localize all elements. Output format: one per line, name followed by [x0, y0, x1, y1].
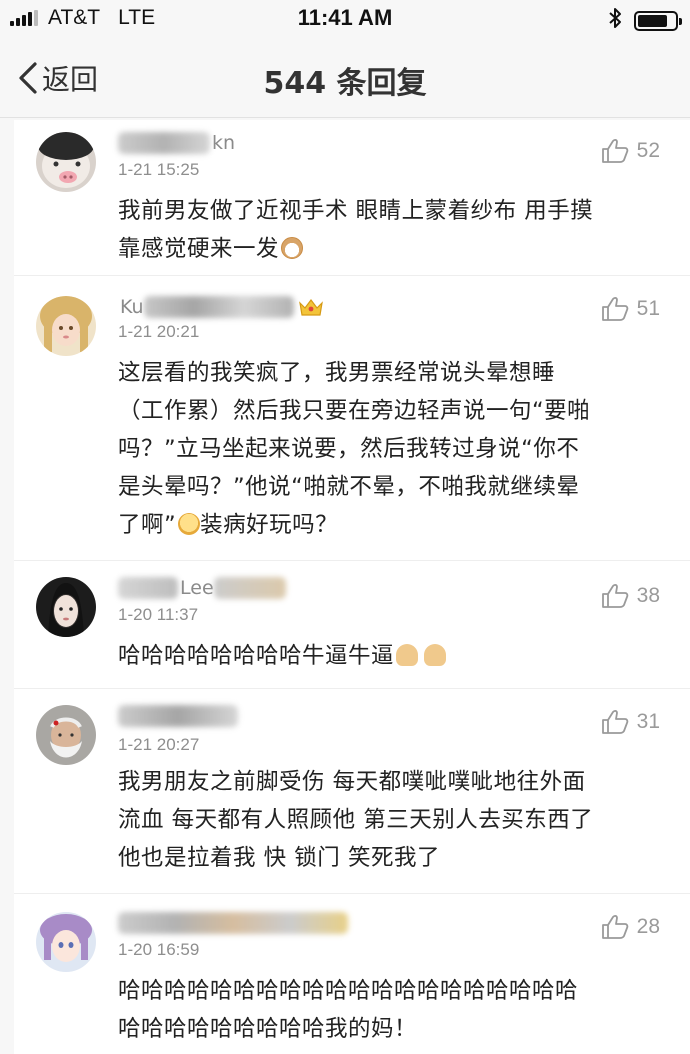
like-button[interactable]: 38	[601, 583, 660, 609]
comment-line: 哈哈哈哈哈哈哈哈牛逼牛逼	[118, 637, 663, 675]
comment-line: 我男朋友之前脚受伤 每天都噗呲噗呲地往外面	[118, 769, 586, 795]
thumbs-up-icon	[601, 584, 628, 608]
cat-emoji-icon	[281, 237, 304, 259]
comment-line: 流血 每天都有人照顾他 第三天别人去买东西了	[118, 807, 594, 833]
comment-text: 我前男友做了近视手术 眼睛上蒙着纱布 用手摸 靠感觉硬来一发	[118, 192, 663, 268]
timestamp: 1-21 15:25	[118, 160, 200, 179]
blurred-badge	[213, 577, 286, 599]
comment-line-text: 哈哈哈哈哈哈哈哈牛逼牛逼	[118, 643, 395, 669]
comment-item: kn 1-21 15:25 52 我前男友做了近视手术 眼睛上蒙着纱布 用手摸 …	[14, 120, 690, 276]
blurred-name	[118, 705, 238, 727]
username[interactable]	[118, 703, 238, 729]
comment-text: 哈哈哈哈哈哈哈哈哈哈哈哈哈哈哈哈哈哈哈哈 哈哈哈哈哈哈哈哈哈我的妈！	[118, 972, 663, 1048]
laughing-crying-emoji-icon	[178, 513, 201, 535]
comment-line: （工作累）然后我只要在旁边轻声说一句“要啪	[118, 398, 591, 424]
comment-line: 他也是拉着我 快 锁门 笑死我了	[118, 845, 440, 871]
username-text: Lee	[180, 577, 214, 599]
thumbs-up-icon	[601, 297, 628, 321]
username[interactable]	[118, 910, 348, 936]
comment-text: 这层看的我笑疯了，我男票经常说头晕想睡 （工作累）然后我只要在旁边轻声说一句“要…	[118, 354, 663, 544]
avatar[interactable]	[36, 577, 96, 637]
comment-line-text: 装病好玩吗？	[200, 512, 339, 538]
like-count: 52	[636, 139, 660, 162]
status-bar: AT&T LTE 11:41 AM	[0, 0, 690, 38]
comment-line: 哈哈哈哈哈哈哈哈哈我的妈！	[118, 1016, 418, 1042]
timestamp: 1-21 20:27	[118, 735, 200, 754]
username[interactable]: Lee	[118, 575, 286, 601]
thumbs-up-icon	[601, 710, 628, 734]
comment-item: Ku 1-21 20:21 51 这层看的我笑疯了，我男票经常说头晕想睡 （工作…	[14, 276, 690, 561]
avatar[interactable]	[36, 705, 96, 765]
avatar[interactable]	[36, 912, 96, 972]
comment-line: 了啊” 装病好玩吗？	[118, 506, 663, 544]
blurred-name	[118, 132, 210, 154]
thumbs-up-icon	[601, 139, 628, 163]
comment-item: 1-20 16:59 28 哈哈哈哈哈哈哈哈哈哈哈哈哈哈哈哈哈哈哈哈 哈哈哈哈哈…	[14, 894, 690, 1054]
comment-text: 我男朋友之前脚受伤 每天都噗呲噗呲地往外面 流血 每天都有人照顾他 第三天别人去…	[118, 763, 663, 877]
comment-item: 1-21 20:27 31 我男朋友之前脚受伤 每天都噗呲噗呲地往外面 流血 每…	[14, 689, 690, 894]
like-count: 28	[636, 915, 660, 938]
like-count: 51	[636, 297, 660, 320]
comment-line-text: 了啊”	[118, 512, 177, 538]
bluetooth-icon	[608, 7, 622, 34]
comment-line: 是头晕吗？”他说“啪就不晕，不啪我就继续晕	[118, 474, 580, 500]
thumbs-up-icon	[601, 915, 628, 939]
status-time: 11:41 AM	[297, 5, 393, 30]
like-button[interactable]: 52	[601, 138, 660, 164]
comment-text: 哈哈哈哈哈哈哈哈牛逼牛逼	[118, 637, 663, 675]
like-count: 38	[636, 584, 660, 607]
blurred-name	[143, 296, 294, 318]
clap-emoji-icon	[396, 644, 419, 666]
comment-item: Lee 1-20 11:37 38 哈哈哈哈哈哈哈哈牛逼牛逼	[14, 561, 690, 689]
timestamp: 1-20 11:37	[118, 605, 199, 624]
comment-list: kn 1-21 15:25 52 我前男友做了近视手术 眼睛上蒙着纱布 用手摸 …	[14, 120, 690, 1054]
comment-line: 靠感觉硬来一发	[118, 230, 663, 268]
avatar[interactable]	[36, 132, 96, 192]
username[interactable]: kn	[118, 130, 235, 156]
comment-line: 哈哈哈哈哈哈哈哈哈哈哈哈哈哈哈哈哈哈哈哈	[118, 978, 579, 1004]
like-button[interactable]: 31	[601, 709, 660, 735]
comment-line: 这层看的我笑疯了，我男票经常说头晕想睡	[118, 360, 556, 386]
crown-badge-icon	[298, 299, 323, 316]
clap-emoji-icon	[424, 644, 447, 666]
like-button[interactable]: 51	[601, 296, 660, 322]
battery-level	[638, 14, 667, 27]
comment-line-text: 靠感觉硬来一发	[118, 236, 280, 262]
timestamp: 1-20 16:59	[118, 940, 200, 959]
username-text: kn	[212, 132, 236, 154]
blurred-name	[118, 577, 178, 599]
battery-icon	[634, 10, 682, 31]
page-title: 544 条回复	[263, 66, 427, 101]
timestamp: 1-21 20:21	[118, 322, 200, 341]
nav-bar: 返回 544 条回复	[0, 38, 690, 118]
username-text: Ku	[120, 296, 144, 318]
username[interactable]: Ku	[118, 294, 324, 320]
like-button[interactable]: 28	[601, 914, 660, 940]
blurred-name	[118, 912, 348, 934]
avatar[interactable]	[36, 296, 96, 356]
comment-line: 吗？”立马坐起来说要，然后我转过身说“你不	[118, 436, 580, 462]
like-count: 31	[636, 710, 660, 733]
comment-line: 我前男友做了近视手术 眼睛上蒙着纱布 用手摸	[118, 198, 594, 224]
status-right	[608, 7, 682, 34]
